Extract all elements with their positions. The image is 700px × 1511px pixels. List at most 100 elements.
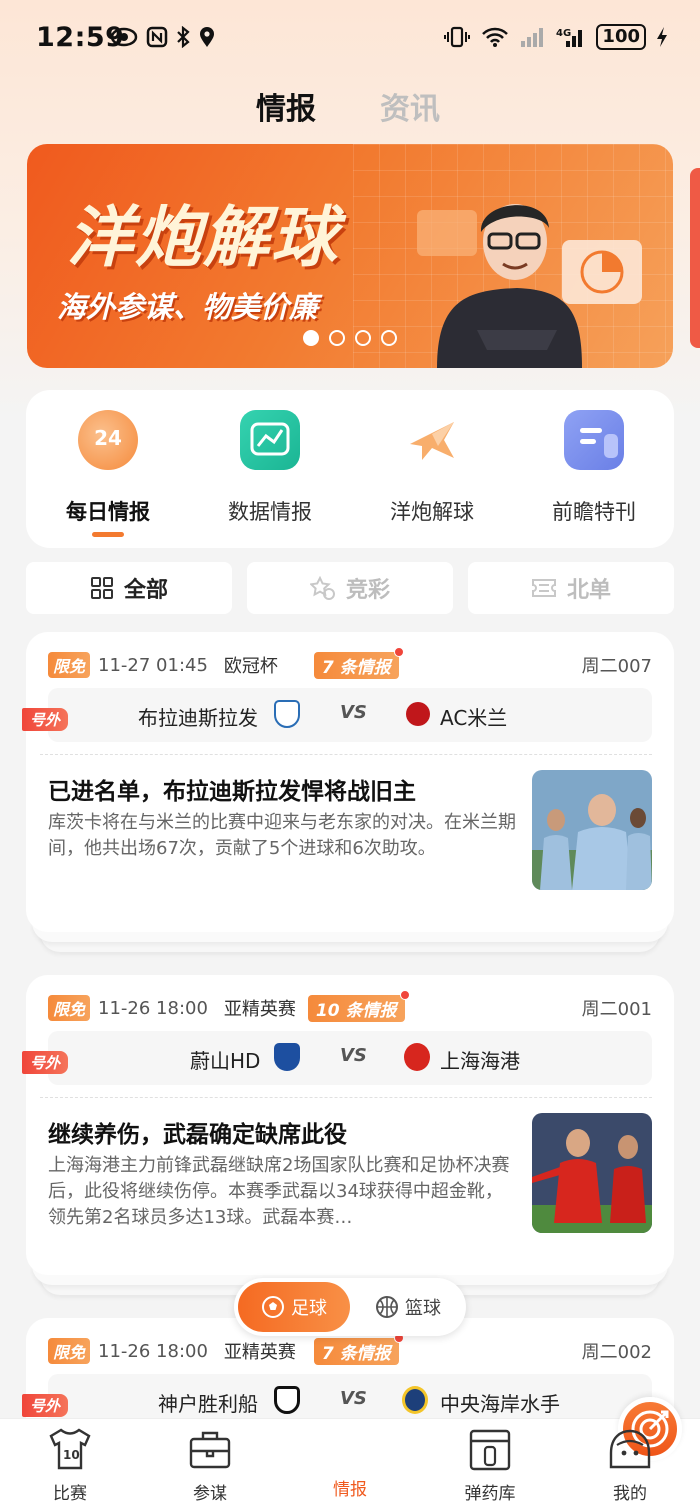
svg-text:4G: 4G (556, 28, 571, 39)
match-meta: 限免 11-26 18:00 亚精英赛 7 条情报 周二002 (48, 1332, 652, 1365)
match-number: 周二007 (581, 656, 652, 677)
league-name: 欧冠杯 (223, 656, 278, 677)
banner-pagination (303, 330, 397, 346)
special-tag: 号外 (22, 1394, 69, 1417)
analyst-illustration (417, 204, 642, 368)
calendar-24-icon: 24 (78, 410, 138, 470)
match-number: 周二001 (581, 999, 652, 1020)
unread-dot (393, 646, 404, 657)
away-team-logo (404, 1043, 430, 1071)
banner-dot[interactable] (381, 330, 397, 346)
intel-count-badge[interactable]: 10 条情报 (307, 989, 410, 1022)
league-name: 亚精英赛 (223, 999, 296, 1020)
match-card[interactable]: 限免 11-26 18:00 亚精英赛 10 条情报 周二001 号外 蔚山HD… (22, 975, 674, 1295)
intel-summary: 库茨卡将在与米兰的比赛中迎来与老东家的对决。在米兰期间，他共出场67次，贡献了5… (48, 812, 516, 859)
vs-label: VS (340, 702, 367, 723)
away-team: 中央海岸水手 (440, 1392, 560, 1416)
wifi-icon (482, 27, 509, 47)
home-team-logo (274, 1386, 300, 1414)
vibrate-icon (444, 26, 471, 48)
nav-ammo[interactable]: 弹药库 (440, 1427, 540, 1504)
category-foreign-analysis[interactable]: 洋炮解球 (362, 410, 502, 526)
category-preview-special[interactable]: 前瞻特刊 (524, 410, 664, 526)
vs-label: VS (340, 1045, 367, 1066)
intel-summary: 上海海港主力前锋武磊继缺席2场国家队比赛和足协杯决赛后，此役将继续伤停。本赛季武… (48, 1155, 510, 1228)
news-photo[interactable] (532, 770, 652, 890)
nav-profile[interactable]: 我的 (580, 1427, 680, 1504)
category-active-underline (92, 532, 124, 537)
banner-title: 洋炮解球 (67, 199, 339, 276)
away-team-logo (406, 702, 430, 726)
vs-label: VS (340, 1388, 367, 1409)
chart-line-icon (240, 410, 300, 470)
tab-news[interactable]: 资讯 (380, 84, 440, 128)
category-card: 24 每日情报 数据情报 洋炮解球 前瞻特刊 (26, 390, 674, 548)
top-tabs: 情报 资讯 (0, 80, 700, 130)
news-photo[interactable] (532, 1113, 652, 1233)
category-label: 洋炮解球 (390, 500, 474, 524)
banner-dot[interactable] (303, 330, 319, 346)
signal-4g-icon: 4G (556, 28, 583, 47)
intel-headline[interactable]: 已进名单，布拉迪斯拉发悍将战旧主 (48, 772, 416, 806)
nfc-icon (146, 26, 168, 48)
home-team-logo (274, 700, 300, 728)
bluetooth-icon (177, 26, 190, 48)
status-bar: 12:59 4G 100 (0, 0, 700, 80)
airplane-icon (402, 410, 462, 470)
toggle-football[interactable]: 足球 (238, 1282, 350, 1332)
banner-dot[interactable] (329, 330, 345, 346)
match-meta: 限免 11-26 18:00 亚精英赛 10 条情报 周二001 (48, 989, 652, 1022)
side-float-tab[interactable] (690, 168, 700, 348)
category-daily-intel[interactable]: 24 每日情报 (38, 410, 178, 537)
basketball-icon (376, 1296, 398, 1318)
filter-beidan[interactable]: 北单 (468, 562, 674, 614)
match-number: 周二002 (581, 1342, 652, 1363)
home-team-logo (274, 1043, 300, 1071)
away-team: AC米兰 (440, 706, 508, 730)
matchup-row[interactable]: 号外 布拉迪斯拉发 VS AC米兰 (22, 688, 652, 742)
home-team: 蔚山HD (190, 1049, 261, 1073)
home-team: 布拉迪斯拉发 (138, 706, 258, 730)
nav-advisor[interactable]: 参谋 (160, 1427, 260, 1504)
filter-all[interactable]: 全部 (26, 562, 232, 614)
match-card[interactable]: 限免 11-27 01:45 欧冠杯 7 条情报 周二007 号外 布拉迪斯拉发… (22, 632, 674, 952)
matchup-row[interactable]: 号外 蔚山HD VS 上海海港 (22, 1031, 652, 1085)
away-team: 上海海港 (440, 1049, 520, 1073)
location-icon (200, 27, 214, 47)
match-datetime: 11-27 01:45 (98, 654, 208, 676)
tab-intel[interactable]: 情报 (256, 84, 316, 128)
star-ticket-icon (309, 576, 335, 600)
category-label: 前瞻特刊 (552, 500, 636, 524)
filter-jingcai[interactable]: 竞彩 (247, 562, 453, 614)
bottom-nav: 10 比赛 参谋 情报 弹药库 我的 (0, 1397, 700, 1511)
banner-subtitle: 海外参谋、物美价廉 (57, 290, 319, 324)
toggle-basketball[interactable]: 篮球 (354, 1282, 462, 1332)
briefcase-icon (189, 1431, 231, 1469)
match-meta: 限免 11-27 01:45 欧冠杯 7 条情报 周二007 (48, 646, 652, 679)
special-tag: 号外 (22, 708, 69, 731)
match-datetime: 11-26 18:00 (98, 997, 208, 1019)
promo-banner[interactable]: 洋炮解球 海外参谋、物美价廉 (27, 144, 673, 368)
free-tag: 限免 (48, 1338, 91, 1364)
intel-headline[interactable]: 继续养伤，武磊确定缺席此役 (48, 1115, 347, 1149)
svg-text:10: 10 (63, 1448, 80, 1462)
banner-dot[interactable] (355, 330, 371, 346)
nav-matches[interactable]: 10 比赛 (20, 1427, 120, 1504)
away-team-logo (402, 1386, 428, 1414)
nav-intel[interactable]: 情报 (300, 1397, 682, 1500)
league-name: 亚精英赛 (223, 1342, 296, 1363)
home-team: 神户胜利船 (158, 1392, 258, 1416)
free-tag: 限免 (48, 652, 91, 678)
intel-count-badge[interactable]: 7 条情报 (313, 1332, 404, 1365)
ticket-icon (531, 579, 556, 597)
match-datetime: 11-26 18:00 (98, 1340, 208, 1362)
signal-icon (521, 28, 544, 47)
football-icon (262, 1296, 284, 1318)
jersey-icon: 10 (49, 1428, 91, 1470)
grid-icon (90, 577, 113, 599)
special-tag: 号外 (22, 1051, 69, 1074)
charging-icon (657, 27, 667, 47)
intel-count-badge[interactable]: 7 条情报 (313, 646, 404, 679)
category-data-intel[interactable]: 数据情报 (200, 410, 340, 526)
category-label: 数据情报 (228, 500, 312, 524)
